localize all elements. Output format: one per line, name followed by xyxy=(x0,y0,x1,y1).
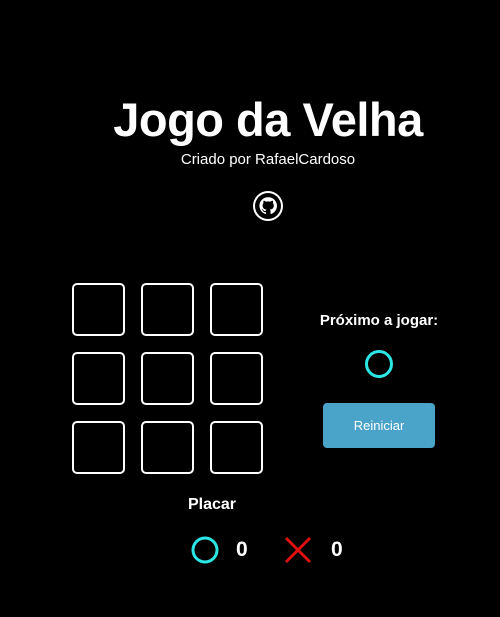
scoreboard-label: Placar xyxy=(187,496,237,513)
restart-button[interactable]: Reiniciar xyxy=(323,403,435,448)
board-cell-5[interactable] xyxy=(141,352,194,405)
circle-o-icon xyxy=(363,348,395,380)
score-o-value: 0 xyxy=(236,538,248,561)
board-cell-6[interactable] xyxy=(210,352,263,405)
score-x-value: 0 xyxy=(331,538,343,561)
game-board xyxy=(72,283,265,476)
board-cell-4[interactable] xyxy=(72,352,125,405)
score-cross-graphic xyxy=(284,536,312,564)
next-player-label: Próximo a jogar: xyxy=(319,312,439,329)
circle-o-icon xyxy=(190,535,220,565)
author-credit: Criado por RafaelCardoso xyxy=(180,151,356,168)
page-title: Jogo da Velha xyxy=(113,93,423,146)
cross-x-icon xyxy=(283,535,313,565)
game-page: Jogo da Velha Criado por RafaelCardoso P… xyxy=(0,0,500,617)
next-player-circle-graphic xyxy=(365,350,393,378)
board-cell-7[interactable] xyxy=(72,421,125,474)
board-cell-2[interactable] xyxy=(141,283,194,336)
board-cell-8[interactable] xyxy=(141,421,194,474)
score-circle-graphic xyxy=(191,536,219,564)
board-cell-9[interactable] xyxy=(210,421,263,474)
github-icon-graphic xyxy=(253,191,283,221)
board-cell-3[interactable] xyxy=(210,283,263,336)
github-icon[interactable] xyxy=(252,190,284,222)
board-cell-1[interactable] xyxy=(72,283,125,336)
